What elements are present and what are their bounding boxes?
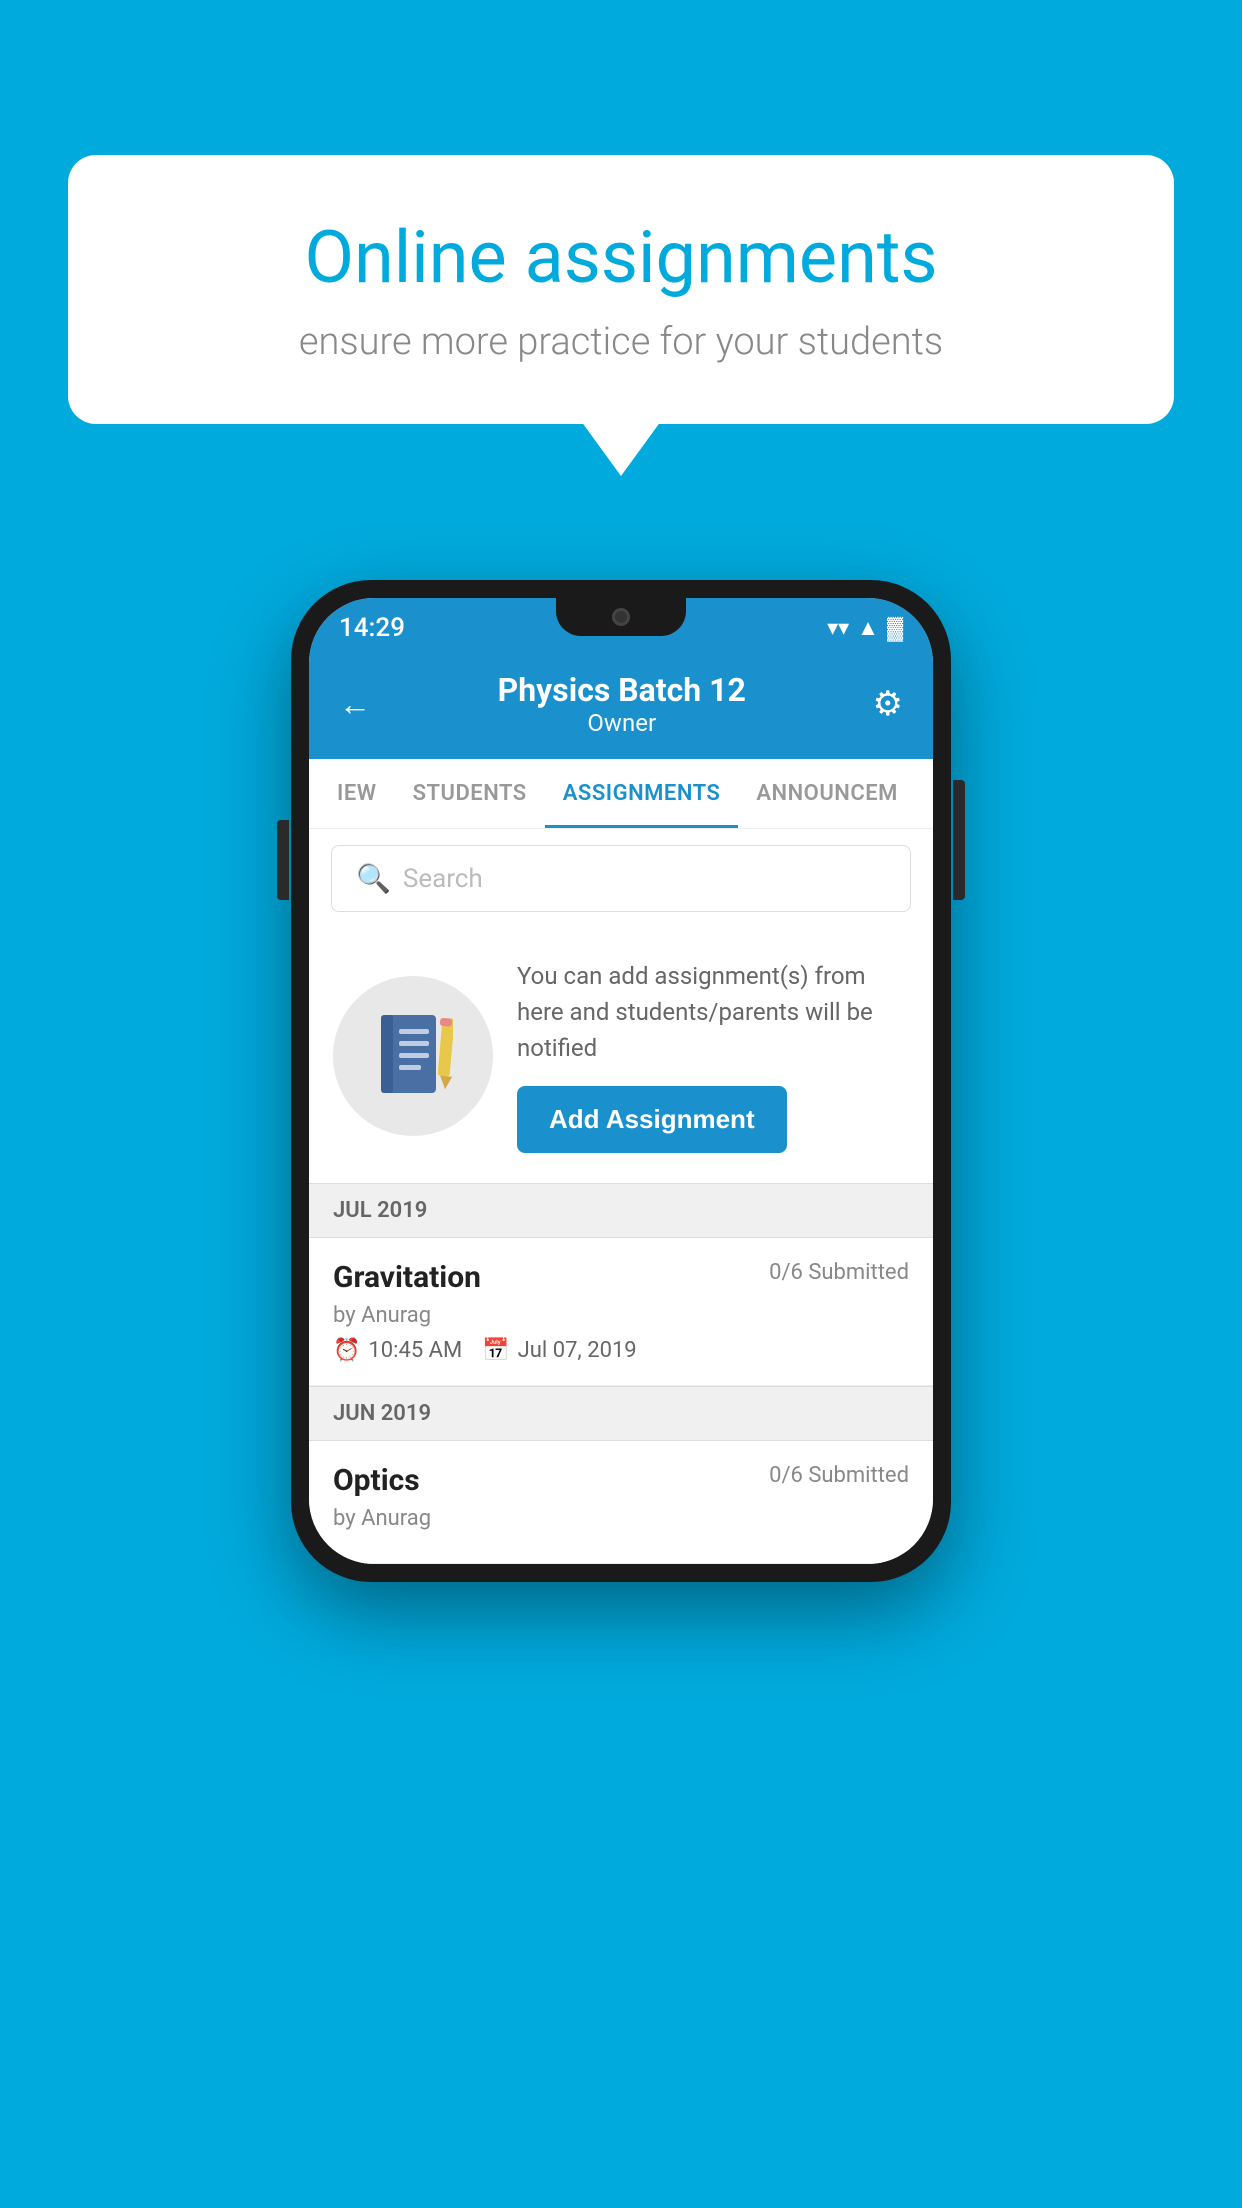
speech-bubble: Online assignments ensure more practice …	[68, 155, 1174, 424]
speech-bubble-title: Online assignments	[138, 215, 1104, 300]
phone-notch	[556, 598, 686, 636]
assignment-icon-circle	[333, 976, 493, 1136]
assignment-submitted-optics: 0/6 Submitted	[769, 1463, 909, 1488]
search-placeholder-text: Search	[403, 864, 483, 894]
tab-assignments[interactable]: ASSIGNMENTS	[545, 759, 739, 828]
wifi-icon: ▾▾	[827, 616, 849, 641]
status-time: 14:29	[339, 613, 405, 643]
section-header-jun: JUN 2019	[309, 1386, 933, 1441]
tab-bar: IEW STUDENTS ASSIGNMENTS ANNOUNCEM	[309, 759, 933, 829]
notebook-icon	[373, 1013, 453, 1098]
search-icon: 🔍	[356, 862, 391, 895]
phone-mockup: 14:29 ▾▾ ▲ ▓ ← Physics Batch 12 Owner ⚙	[291, 580, 951, 1582]
assignment-item-optics[interactable]: Optics 0/6 Submitted by Anurag	[309, 1441, 933, 1564]
speech-bubble-subtitle: ensure more practice for your students	[138, 320, 1104, 364]
phone-outer: 14:29 ▾▾ ▲ ▓ ← Physics Batch 12 Owner ⚙	[291, 580, 951, 1582]
meta-date-gravitation: 📅 Jul 07, 2019	[482, 1338, 636, 1363]
calendar-icon: 📅	[482, 1338, 509, 1363]
section-header-jul: JUL 2019	[309, 1183, 933, 1238]
speech-bubble-area: Online assignments ensure more practice …	[68, 155, 1174, 424]
search-field[interactable]: 🔍 Search	[331, 845, 911, 912]
add-assignment-button[interactable]: Add Assignment	[517, 1086, 787, 1153]
assignment-name-gravitation: Gravitation	[333, 1260, 481, 1295]
assignment-item-top: Gravitation 0/6 Submitted	[333, 1260, 909, 1295]
tab-students[interactable]: STUDENTS	[395, 759, 545, 828]
meta-time-gravitation: ⏰ 10:45 AM	[333, 1338, 462, 1363]
batch-title: Physics Batch 12	[498, 671, 746, 709]
signal-icon: ▲	[857, 615, 879, 641]
assignment-item-gravitation[interactable]: Gravitation 0/6 Submitted by Anurag ⏰ 10…	[309, 1238, 933, 1386]
assignment-time-gravitation: 10:45 AM	[368, 1338, 462, 1363]
assignment-date-gravitation: Jul 07, 2019	[518, 1338, 637, 1363]
assignment-prompt: You can add assignment(s) from here and …	[309, 928, 933, 1183]
assignment-author-gravitation: by Anurag	[333, 1303, 909, 1328]
tab-announcements[interactable]: ANNOUNCEM	[738, 759, 916, 828]
status-icons: ▾▾ ▲ ▓	[827, 615, 903, 641]
battery-icon: ▓	[887, 615, 903, 641]
assignment-text-area: You can add assignment(s) from here and …	[517, 958, 909, 1153]
assignment-description: You can add assignment(s) from here and …	[517, 958, 909, 1066]
search-bar: 🔍 Search	[309, 829, 933, 928]
settings-icon[interactable]: ⚙	[873, 684, 903, 724]
camera-notch	[612, 608, 630, 626]
assignment-name-optics: Optics	[333, 1463, 420, 1498]
tab-iew[interactable]: IEW	[319, 759, 395, 828]
assignment-meta-gravitation: ⏰ 10:45 AM 📅 Jul 07, 2019	[333, 1338, 909, 1363]
batch-subtitle: Owner	[498, 709, 746, 737]
header-center: Physics Batch 12 Owner	[498, 671, 746, 737]
assignment-submitted-gravitation: 0/6 Submitted	[769, 1260, 909, 1285]
phone-inner: 14:29 ▾▾ ▲ ▓ ← Physics Batch 12 Owner ⚙	[309, 598, 933, 1564]
assignment-author-optics: by Anurag	[333, 1506, 909, 1531]
clock-icon: ⏰	[333, 1338, 360, 1363]
assignment-item-top-optics: Optics 0/6 Submitted	[333, 1463, 909, 1498]
app-header: ← Physics Batch 12 Owner ⚙	[309, 653, 933, 759]
back-button[interactable]: ←	[339, 685, 371, 723]
